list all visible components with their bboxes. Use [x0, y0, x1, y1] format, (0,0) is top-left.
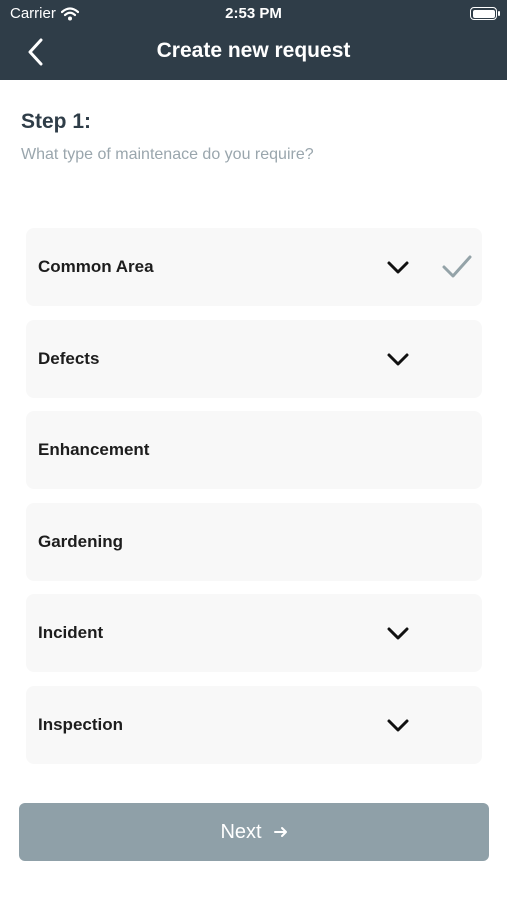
- option-common-area[interactable]: Common Area: [26, 228, 482, 306]
- arrow-right-icon: [273, 827, 287, 837]
- option-gardening[interactable]: Gardening: [26, 503, 482, 581]
- chevron-down-icon[interactable]: [386, 621, 410, 645]
- battery-icon: [470, 7, 500, 20]
- status-time: 2:53 PM: [225, 5, 282, 22]
- option-enhancement[interactable]: Enhancement: [26, 411, 482, 489]
- step-question: What type of maintenace do you require?: [21, 146, 314, 163]
- option-label: Incident: [38, 623, 104, 642]
- chevron-down-icon[interactable]: [386, 713, 410, 737]
- option-inspection[interactable]: Inspection: [26, 686, 482, 764]
- option-label: Inspection: [38, 715, 124, 734]
- option-label: Defects: [38, 349, 100, 368]
- option-label: Enhancement: [38, 440, 150, 459]
- chevron-down-icon[interactable]: [386, 347, 410, 371]
- next-button[interactable]: Next: [19, 803, 489, 861]
- checkmark-icon: [442, 255, 472, 278]
- chevron-down-icon[interactable]: [386, 255, 410, 279]
- status-bar: Carrier 2:53 PM: [0, 0, 507, 28]
- page-title: Create new request: [156, 39, 351, 62]
- option-label: Common Area: [38, 257, 154, 276]
- option-incident[interactable]: Incident: [26, 594, 482, 672]
- option-label: Gardening: [38, 532, 124, 551]
- step-title: Step 1:: [21, 110, 92, 133]
- option-defects[interactable]: Defects: [26, 320, 482, 398]
- header-bar: Carrier 2:53 PM Create new request: [0, 0, 507, 80]
- next-button-label: Next: [220, 820, 262, 843]
